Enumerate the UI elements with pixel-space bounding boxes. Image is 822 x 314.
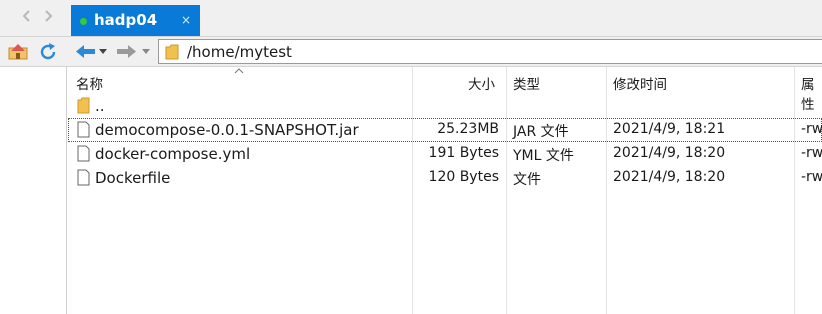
connected-status-icon [80, 18, 87, 25]
back-history-dropdown-icon[interactable] [99, 49, 107, 54]
file-size: 25.23MB [437, 121, 499, 137]
file-modified: 2021/4/9, 18:21 [613, 121, 726, 137]
file-modified: 2021/4/9, 18:20 [613, 145, 726, 161]
file-name: democompose-0.0.1-SNAPSHOT.jar [95, 121, 359, 139]
prev-tab-arrow-icon[interactable] [22, 10, 30, 22]
file-permissions: -rw [801, 145, 822, 161]
file-permissions: -rw [801, 169, 822, 185]
column-header-type[interactable]: 类型 [513, 73, 540, 93]
file-permissions: -rw [801, 121, 822, 137]
list-item[interactable]: democompose-0.0.1-SNAPSHOT.jar 25.23MB J… [68, 118, 822, 142]
tab-bar: hadp04 × [68, 0, 822, 36]
file-icon [77, 169, 90, 186]
column-header-row: 名称 大小 类型 修改时间 属性 [68, 67, 822, 113]
path-input[interactable]: /home/mytest [158, 39, 822, 64]
session-tab-hadp04[interactable]: hadp04 × [71, 5, 200, 36]
address-toolbar: /home/mytest [68, 36, 822, 67]
forward-arrow-icon[interactable] [116, 44, 138, 59]
file-list[interactable]: 名称 大小 类型 修改时间 属性 .. democompose-0.0.1-SN… [68, 67, 822, 314]
file-name: Dockerfile [95, 169, 171, 187]
list-item[interactable]: Dockerfile 120 Bytes 文件 2021/4/9, 18:20 … [68, 166, 822, 190]
home-icon[interactable] [8, 42, 28, 60]
file-name: .. [95, 97, 105, 115]
file-name: docker-compose.yml [95, 145, 251, 163]
column-header-size[interactable]: 大小 [468, 73, 495, 93]
forward-history-dropdown-icon[interactable] [142, 49, 150, 54]
file-icon [77, 121, 90, 138]
folder-icon [165, 44, 179, 60]
file-type: JAR 文件 [513, 124, 569, 140]
current-path: /home/mytest [187, 43, 292, 61]
file-type: YML 文件 [513, 148, 574, 164]
file-size: 191 Bytes [428, 145, 499, 161]
column-header-modified[interactable]: 修改时间 [613, 73, 667, 93]
refresh-icon[interactable] [38, 42, 58, 62]
left-nav-bar [0, 0, 68, 36]
list-item-parent-directory[interactable]: .. [68, 94, 822, 118]
list-item[interactable]: docker-compose.yml 191 Bytes YML 文件 2021… [68, 142, 822, 166]
sort-ascending-icon [234, 68, 244, 74]
file-icon [77, 145, 90, 162]
folder-icon [77, 97, 90, 114]
left-toolbar [0, 36, 68, 67]
next-tab-arrow-icon[interactable] [45, 10, 53, 22]
folder-tree-pane[interactable] [0, 67, 67, 314]
column-header-name[interactable]: 名称 [76, 73, 103, 93]
back-arrow-icon[interactable] [74, 44, 96, 59]
file-type: 文件 [513, 172, 541, 188]
close-icon[interactable]: × [181, 13, 191, 27]
file-size: 120 Bytes [428, 169, 499, 185]
file-modified: 2021/4/9, 18:20 [613, 169, 726, 185]
tab-title: hadp04 [94, 11, 158, 29]
